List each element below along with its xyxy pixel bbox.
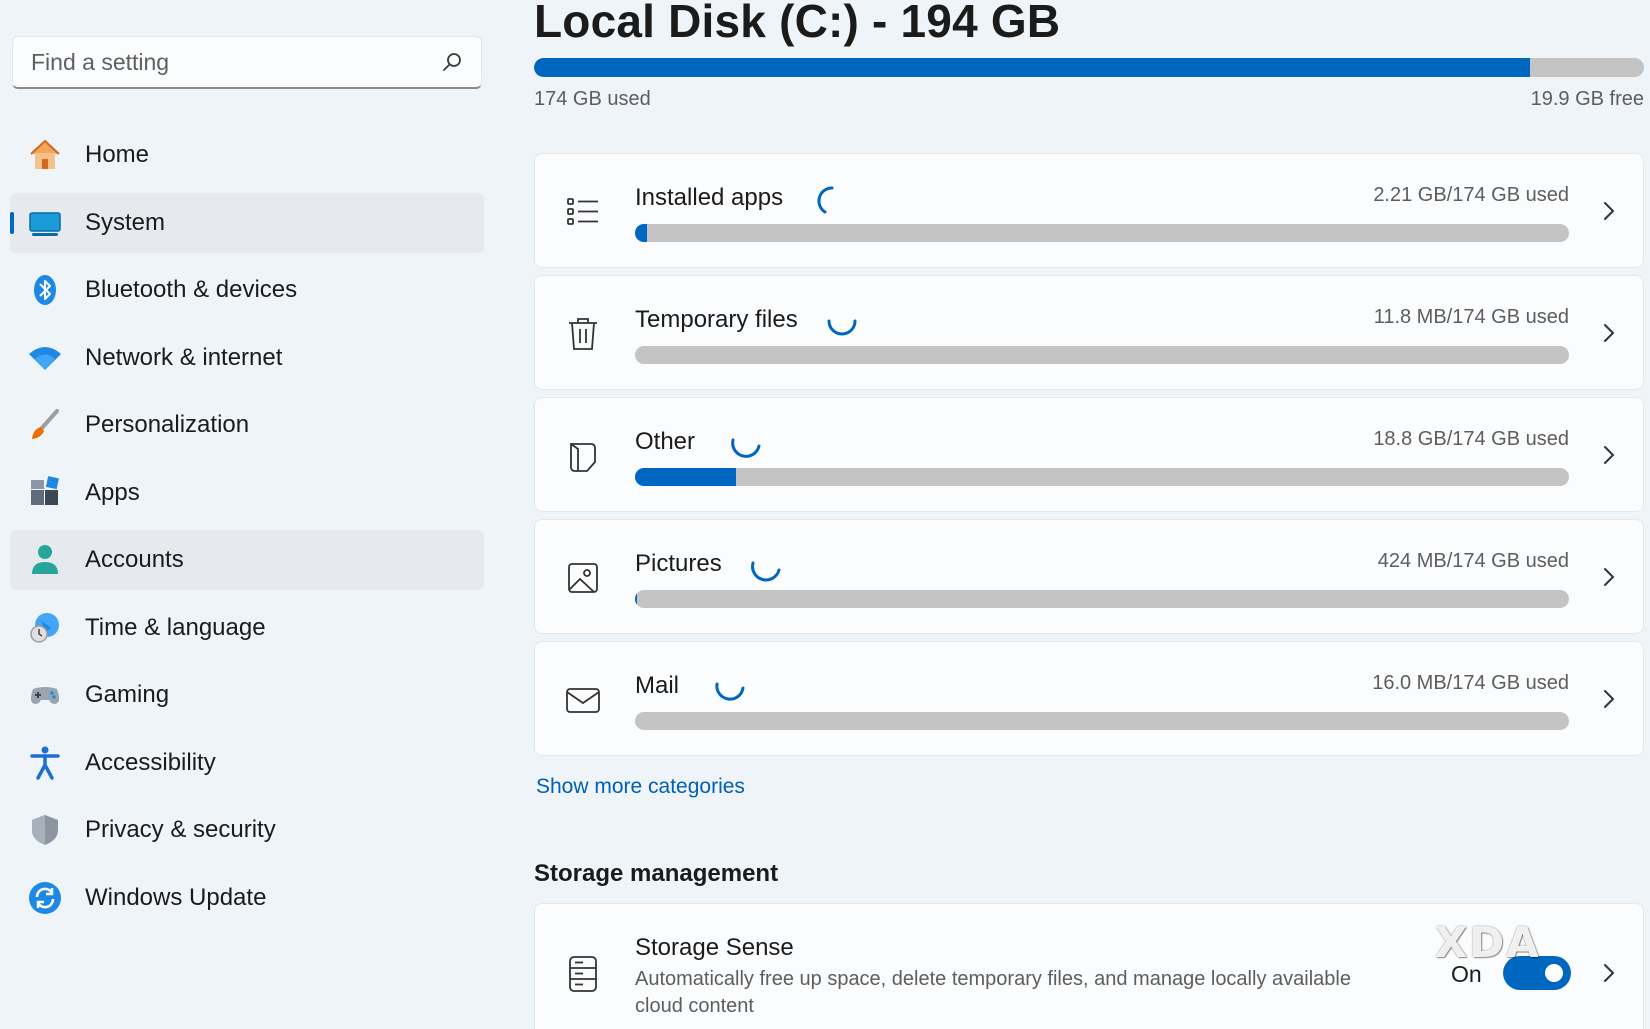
accessibility-icon (25, 743, 65, 783)
category-name: Temporary files (635, 306, 798, 333)
disk-used-label: 174 GB used (534, 88, 651, 110)
category-size: 16.0 MB/174 GB used (1372, 672, 1569, 694)
loading-spinner-icon (713, 672, 747, 706)
chevron-right-icon (1601, 200, 1617, 222)
sidebar-item-label: System (85, 208, 166, 236)
gamepad-icon (25, 675, 65, 715)
trash-icon (565, 316, 601, 352)
storage-management-heading: Storage management (534, 860, 779, 887)
bluetooth-icon (25, 270, 65, 310)
main-content: Local Disk (C:) - 194 GB 174 GB used 19.… (534, 0, 1644, 1029)
sidebar-item-label: Gaming (85, 681, 170, 708)
loading-spinner-icon (825, 306, 859, 340)
sidebar-item-label: Accessibility (85, 748, 216, 776)
wifi-icon (25, 338, 65, 378)
search-input[interactable]: Find a setting (31, 49, 441, 76)
sidebar-item-label: Time & language (85, 613, 266, 641)
sidebar-item-label: Apps (85, 478, 140, 506)
image-icon (565, 560, 601, 596)
sidebar-item-apps[interactable]: Apps (10, 463, 484, 523)
category-other[interactable]: Other 18.8 GB/174 GB used (534, 397, 1644, 512)
sidebar-item-gaming[interactable]: Gaming (10, 665, 484, 725)
disk-usage-fill (534, 58, 1530, 77)
sidebar-item-label: Bluetooth & devices (85, 276, 298, 303)
category-usage-fill (635, 468, 736, 486)
sidebar-item-home[interactable]: Home (10, 125, 484, 185)
category-usage-bar (635, 590, 1569, 608)
category-mail[interactable]: Mail 16.0 MB/174 GB used (534, 641, 1644, 756)
category-name: Pictures (635, 550, 722, 577)
disk-usage-bar (534, 58, 1644, 77)
xda-watermark-logo: XDA (1435, 918, 1541, 967)
category-size: 424 MB/174 GB used (1377, 550, 1569, 572)
loading-spinner-icon (749, 550, 783, 584)
update-icon (25, 878, 65, 918)
apps-icon (25, 473, 65, 513)
search-box[interactable]: Find a setting (12, 36, 482, 89)
sidebar-item-windows-update[interactable]: Windows Update (10, 868, 484, 928)
sidebar-item-accounts[interactable]: Accounts (10, 530, 484, 590)
category-usage-bar (635, 224, 1569, 242)
sidebar-item-label: Privacy & security (85, 816, 276, 843)
sidebar-item-privacy[interactable]: Privacy & security (10, 800, 484, 860)
category-usage-bar (635, 346, 1569, 364)
storage-sense-description: Automatically free up space, delete temp… (635, 968, 1351, 1017)
home-icon (25, 135, 65, 175)
chevron-right-icon (1601, 962, 1617, 984)
category-name: Installed apps (635, 184, 784, 211)
shield-icon (25, 810, 65, 850)
page-title: Local Disk (C:) - 194 GB (534, 0, 1061, 47)
category-temporary-files[interactable]: Temporary files 11.8 MB/174 GB used (534, 275, 1644, 390)
sidebar-item-label: Personalization (85, 411, 250, 438)
sidebar-item-label: Windows Update (85, 883, 267, 911)
chevron-right-icon (1601, 566, 1617, 588)
search-icon[interactable] (441, 51, 463, 73)
category-size: 11.8 MB/174 GB used (1373, 306, 1569, 328)
chevron-right-icon (1601, 444, 1617, 466)
mail-icon (565, 682, 601, 718)
chevron-right-icon (1601, 322, 1617, 344)
sidebar-item-label: Accounts (85, 546, 184, 573)
sidebar-item-personalization[interactable]: Personalization (10, 395, 484, 455)
settings-window: Find a setting Home System Bluetooth & d… (0, 0, 1650, 1029)
sidebar-nav: Home System Bluetooth & devices Network … (10, 125, 484, 935)
toggle-knob (1545, 964, 1563, 982)
sidebar-item-network[interactable]: Network & internet (10, 328, 484, 388)
loading-spinner-icon (815, 184, 849, 218)
sidebar: Find a setting Home System Bluetooth & d… (0, 0, 500, 1029)
document-icon (565, 438, 601, 474)
category-name: Mail (635, 672, 680, 699)
category-usage-bar (635, 468, 1569, 486)
category-size: 18.8 GB/174 GB used (1373, 428, 1569, 450)
sidebar-item-label: Network & internet (85, 343, 283, 371)
sidebar-item-accessibility[interactable]: Accessibility (10, 733, 484, 793)
sidebar-item-time-language[interactable]: Time & language (10, 598, 484, 658)
list-icon (565, 194, 601, 230)
storage-drive-icon (565, 954, 601, 994)
sidebar-item-system[interactable]: System (10, 192, 484, 253)
chevron-right-icon (1601, 688, 1617, 710)
loading-spinner-icon (729, 428, 763, 462)
category-name: Other (635, 428, 696, 455)
category-usage-fill (635, 224, 648, 242)
category-pictures[interactable]: Pictures 424 MB/174 GB used (534, 519, 1644, 634)
sidebar-item-label: Home (85, 141, 150, 168)
paintbrush-icon (25, 405, 65, 445)
storage-sense-title: Storage Sense (635, 934, 794, 961)
category-usage-fill (635, 590, 638, 608)
show-more-categories-link[interactable]: Show more categories (536, 775, 745, 799)
person-icon (25, 540, 65, 580)
category-installed-apps[interactable]: Installed apps 2.21 GB/174 GB used (534, 153, 1644, 268)
globe-clock-icon (25, 608, 65, 648)
sidebar-item-bluetooth[interactable]: Bluetooth & devices (10, 260, 484, 320)
category-size: 2.21 GB/174 GB used (1373, 184, 1569, 206)
disk-free-label: 19.9 GB free (1530, 88, 1644, 110)
system-display-icon (25, 203, 65, 243)
category-usage-bar (635, 712, 1569, 730)
